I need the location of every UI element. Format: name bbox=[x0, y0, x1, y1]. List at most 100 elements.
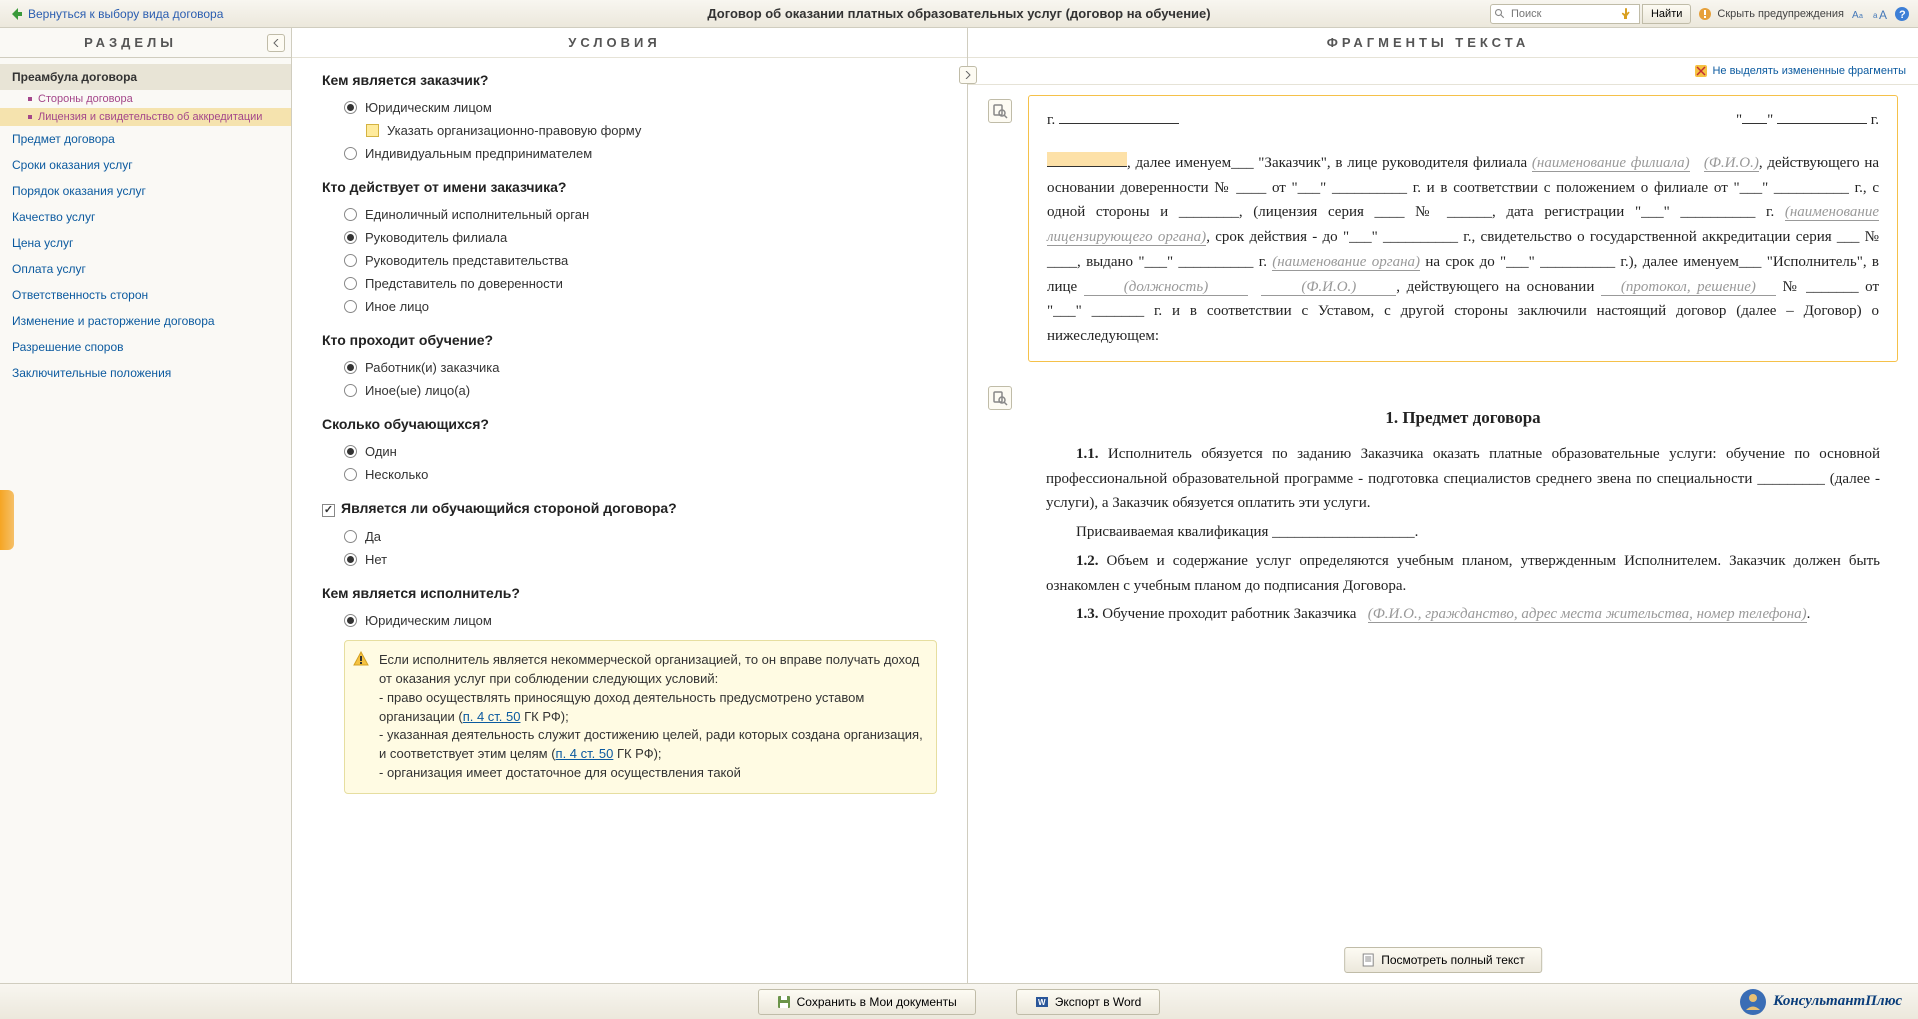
section-item-quality[interactable]: Качество услуг bbox=[0, 204, 291, 230]
section-item-order[interactable]: Порядок оказания услуг bbox=[0, 178, 291, 204]
radio-icon bbox=[344, 384, 357, 397]
fragments-body: г. "" г. , далее именуем___ "Заказчик", … bbox=[968, 85, 1918, 983]
fragment-text: 1. Предмет договора 1.1. Исполнитель обя… bbox=[1028, 382, 1898, 635]
hint-post: (должность) bbox=[1084, 279, 1248, 296]
option-label: Руководитель представительства bbox=[365, 253, 568, 268]
search-icon bbox=[1494, 8, 1506, 20]
checkbox-icon[interactable] bbox=[322, 504, 335, 517]
radio-icon bbox=[344, 614, 357, 627]
footer-bar: Сохранить в Мои документы W Экспорт в Wo… bbox=[0, 983, 1918, 1019]
section-item-subject[interactable]: Предмет договора bbox=[0, 126, 291, 152]
subsection-label: Лицензия и свидетельство об аккредитации bbox=[38, 111, 262, 123]
question-title-text: Является ли обучающийся стороной договор… bbox=[341, 500, 677, 516]
warning-text: ГК РФ); bbox=[521, 709, 569, 724]
svg-text:A: A bbox=[1879, 8, 1887, 22]
option-contractor-legal[interactable]: Юридическим лицом bbox=[322, 609, 937, 632]
option-label: Иное лицо bbox=[365, 299, 429, 314]
brand-logo-icon bbox=[1739, 988, 1767, 1016]
subsection-parties[interactable]: Стороны договора bbox=[0, 90, 291, 108]
option-rep-head[interactable]: Руководитель представительства bbox=[322, 249, 937, 272]
hand-pointer-icon[interactable] bbox=[1620, 6, 1636, 22]
view-full-label: Посмотреть полный текст bbox=[1381, 953, 1525, 967]
search-input[interactable] bbox=[1490, 4, 1640, 24]
warning-text: ГК РФ); bbox=[613, 746, 661, 761]
section-item-final[interactable]: Заключительные положения bbox=[0, 360, 291, 386]
section-item-change[interactable]: Изменение и расторжение договора bbox=[0, 308, 291, 334]
option-label: Юридическим лицом bbox=[365, 100, 492, 115]
help-icon[interactable]: ? bbox=[1894, 6, 1910, 22]
save-label: Сохранить в Мои документы bbox=[797, 995, 957, 1009]
fragment-subject: 1. Предмет договора 1.1. Исполнитель обя… bbox=[988, 382, 1898, 635]
para-13: 1.3. Обучение проходит работник Заказчик… bbox=[1046, 602, 1880, 627]
option-others[interactable]: Иное(ые) лицо(а) bbox=[322, 379, 937, 402]
option-no[interactable]: Нет bbox=[322, 548, 937, 571]
find-button[interactable]: Найти bbox=[1642, 4, 1691, 24]
option-attorney[interactable]: Представитель по доверенности bbox=[322, 272, 937, 295]
option-several[interactable]: Несколько bbox=[322, 463, 937, 486]
option-sole-exec[interactable]: Единоличный исполнительный орган bbox=[322, 203, 937, 226]
doc-section-title: 1. Предмет договора bbox=[1046, 404, 1880, 432]
section-item-terms[interactable]: Сроки оказания услуг bbox=[0, 152, 291, 178]
header-right: Найти Скрыть предупреждения Aa aA ? bbox=[1490, 4, 1910, 24]
hint-branch: (наименование филиала) bbox=[1532, 155, 1690, 172]
sections-panel-title: РАЗДЕЛЫ bbox=[84, 35, 177, 50]
option-entrepreneur[interactable]: Индивидуальным предпринимателем bbox=[322, 142, 937, 165]
radio-icon bbox=[344, 361, 357, 374]
font-size-down-icon[interactable]: Aa bbox=[1850, 6, 1866, 22]
collapse-sections-button[interactable] bbox=[267, 34, 285, 52]
warning-text: - право осуществлять приносящую доход де… bbox=[379, 690, 864, 724]
option-specify-form[interactable]: Указать организационно-правовую форму bbox=[322, 119, 937, 142]
option-legal-entity[interactable]: Юридическим лицом bbox=[322, 96, 937, 119]
section-item-liability[interactable]: Ответственность сторон bbox=[0, 282, 291, 308]
para-text: Обучение проходит работник Заказчика bbox=[1099, 606, 1361, 622]
hint-fio: (Ф.И.О.) bbox=[1704, 155, 1759, 172]
link-gk50-1[interactable]: п. 4 ст. 50 bbox=[463, 709, 521, 724]
toggle-highlight-link[interactable]: Не выделять измененные фрагменты bbox=[1712, 65, 1906, 77]
search-box: Найти bbox=[1490, 4, 1691, 24]
option-employees[interactable]: Работник(и) заказчика bbox=[322, 356, 937, 379]
blank-month bbox=[1777, 109, 1867, 124]
save-button[interactable]: Сохранить в Мои документы bbox=[758, 989, 976, 1015]
option-yes[interactable]: Да bbox=[322, 525, 937, 548]
zoom-fragment-button[interactable] bbox=[988, 386, 1012, 410]
view-full-text-button[interactable]: Посмотреть полный текст bbox=[1344, 947, 1542, 973]
section-item-disputes[interactable]: Разрешение споров bbox=[0, 334, 291, 360]
export-word-button[interactable]: W Экспорт в Word bbox=[1016, 989, 1161, 1015]
radio-icon bbox=[344, 147, 357, 160]
conditions-body: Кем является заказчик? Юридическим лицом… bbox=[292, 58, 967, 983]
magnify-icon bbox=[992, 103, 1008, 119]
option-label: Указать организационно-правовую форму bbox=[387, 123, 641, 138]
fragments-panel: ФРАГМЕНТЫ ТЕКСТА Не выделять измененные … bbox=[968, 28, 1918, 983]
zoom-fragment-button[interactable] bbox=[988, 99, 1012, 123]
option-label: Юридическим лицом bbox=[365, 613, 492, 628]
para-num: 1.3. bbox=[1076, 606, 1099, 622]
section-item-payment[interactable]: Оплата услуг bbox=[0, 256, 291, 282]
option-label: Один bbox=[365, 444, 397, 459]
option-branch-head[interactable]: Руководитель филиала bbox=[322, 226, 937, 249]
svg-text:?: ? bbox=[1899, 9, 1906, 21]
save-icon bbox=[777, 995, 791, 1009]
option-other-person[interactable]: Иное лицо bbox=[322, 295, 937, 318]
question-is-party: Является ли обучающийся стороной договор… bbox=[322, 500, 937, 571]
para-num: 1.1. bbox=[1076, 446, 1099, 462]
hide-warnings-toggle[interactable]: Скрыть предупреждения bbox=[1697, 6, 1844, 22]
sections-panel: РАЗДЕЛЫ Преамбула договора Стороны догов… bbox=[0, 28, 292, 983]
back-link[interactable]: Вернуться к выбору вида договора bbox=[8, 6, 223, 22]
conditions-panel: УСЛОВИЯ Кем является заказчик? Юридическ… bbox=[292, 28, 968, 983]
sections-list: Преамбула договора Стороны договора Лице… bbox=[0, 58, 291, 392]
word-icon: W bbox=[1035, 995, 1049, 1009]
option-one[interactable]: Один bbox=[322, 440, 937, 463]
link-gk50-2[interactable]: п. 4 ст. 50 bbox=[556, 746, 614, 761]
expand-right-button[interactable] bbox=[959, 66, 977, 84]
year-suffix: г. bbox=[1871, 112, 1879, 128]
subsection-license[interactable]: Лицензия и свидетельство об аккредитации bbox=[0, 108, 291, 126]
section-item-preamble[interactable]: Преамбула договора bbox=[0, 64, 291, 90]
bullet-icon bbox=[28, 115, 32, 119]
section-item-price[interactable]: Цена услуг bbox=[0, 230, 291, 256]
radio-icon bbox=[344, 277, 357, 290]
header-title: Договор об оказании платных образователь… bbox=[707, 6, 1210, 21]
side-drawer-handle[interactable] bbox=[0, 490, 14, 550]
frag-text: , далее именуем___ "Заказчик", в лице ру… bbox=[1127, 155, 1532, 171]
option-label: Руководитель филиала bbox=[365, 230, 507, 245]
font-size-up-icon[interactable]: aA bbox=[1872, 6, 1888, 22]
